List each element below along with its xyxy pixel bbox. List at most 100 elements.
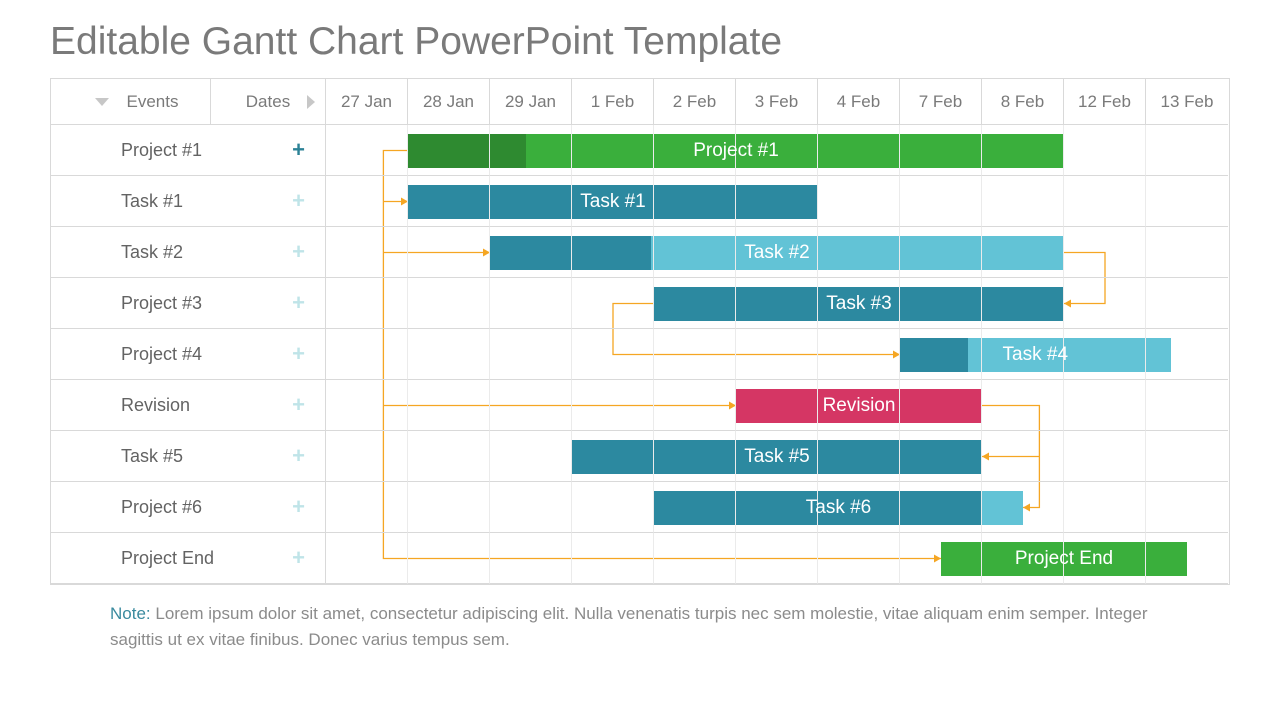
grid-cell xyxy=(654,329,736,380)
grid-cell xyxy=(736,125,818,176)
row-grid xyxy=(326,176,1229,227)
grid-cell xyxy=(326,125,408,176)
grid-cell xyxy=(1146,380,1228,431)
grid-cell xyxy=(818,125,900,176)
page-title: Editable Gantt Chart PowerPoint Template xyxy=(50,20,1230,64)
grid-cell xyxy=(1064,227,1146,278)
row-label: Project #6 xyxy=(51,497,325,518)
gantt-row: Project #4+ xyxy=(51,329,1229,380)
row-label: Project End xyxy=(51,548,325,569)
grid-cell xyxy=(900,227,982,278)
header-date-cell: 29 Jan xyxy=(490,79,572,125)
chevron-right-icon xyxy=(307,95,315,109)
grid-cell xyxy=(654,227,736,278)
row-grid xyxy=(326,533,1229,584)
grid-cell xyxy=(572,380,654,431)
grid-cell xyxy=(490,227,572,278)
grid-cell xyxy=(326,533,408,584)
header-dates-label: Dates xyxy=(246,92,290,112)
header-date-cell: 13 Feb xyxy=(1146,79,1228,125)
grid-cell xyxy=(654,380,736,431)
row-label: Task #5 xyxy=(51,446,325,467)
header-date-cell: 3 Feb xyxy=(736,79,818,125)
grid-cell xyxy=(1064,533,1146,584)
row-label: Project #1 xyxy=(51,140,325,161)
row-grid xyxy=(326,125,1229,176)
grid-cell xyxy=(654,125,736,176)
grid-cell xyxy=(490,380,572,431)
grid-cell xyxy=(408,176,490,227)
grid-cell xyxy=(818,380,900,431)
grid-cell xyxy=(982,431,1064,482)
grid-cell xyxy=(818,329,900,380)
grid-cell xyxy=(326,278,408,329)
grid-cell xyxy=(572,431,654,482)
expand-icon[interactable]: + xyxy=(292,190,305,212)
row-grid xyxy=(326,278,1229,329)
expand-icon[interactable]: + xyxy=(292,394,305,416)
gantt-row: Project End+ xyxy=(51,533,1229,584)
grid-cell xyxy=(1064,125,1146,176)
grid-cell xyxy=(490,482,572,533)
footer-note: Note: Lorem ipsum dolor sit amet, consec… xyxy=(110,601,1190,652)
grid-cell xyxy=(326,431,408,482)
row-label: Task #2 xyxy=(51,242,325,263)
expand-icon[interactable]: + xyxy=(292,547,305,569)
grid-cell xyxy=(1064,278,1146,329)
gantt-row: Project #3+ xyxy=(51,278,1229,329)
header-date-cell: 4 Feb xyxy=(818,79,900,125)
grid-cell xyxy=(982,227,1064,278)
grid-cell xyxy=(654,431,736,482)
grid-cell xyxy=(900,329,982,380)
expand-icon[interactable]: + xyxy=(292,496,305,518)
expand-icon[interactable]: + xyxy=(292,139,305,161)
grid-cell xyxy=(818,278,900,329)
grid-cell xyxy=(736,227,818,278)
row-label-cell: Task #5+ xyxy=(51,431,326,482)
header-date-cell: 1 Feb xyxy=(572,79,654,125)
grid-cell xyxy=(326,329,408,380)
grid-cell xyxy=(490,533,572,584)
row-label: Revision xyxy=(51,395,325,416)
grid-cell xyxy=(982,329,1064,380)
grid-cell xyxy=(654,482,736,533)
grid-cell xyxy=(408,482,490,533)
grid-cell xyxy=(900,482,982,533)
gantt-row: Revision+ xyxy=(51,380,1229,431)
gantt-row: Task #5+ xyxy=(51,431,1229,482)
row-label-cell: Revision+ xyxy=(51,380,326,431)
header-date-cell: 8 Feb xyxy=(982,79,1064,125)
grid-cell xyxy=(1146,278,1228,329)
expand-icon[interactable]: + xyxy=(292,241,305,263)
grid-cell xyxy=(736,431,818,482)
grid-cell xyxy=(408,125,490,176)
gantt-row: Task #1+ xyxy=(51,176,1229,227)
grid-cell xyxy=(572,125,654,176)
row-grid xyxy=(326,380,1229,431)
grid-cell xyxy=(490,329,572,380)
chevron-down-icon xyxy=(95,98,109,106)
header-events-label: Events xyxy=(127,92,179,112)
grid-cell xyxy=(818,533,900,584)
row-label-cell: Project #6+ xyxy=(51,482,326,533)
row-label: Task #1 xyxy=(51,191,325,212)
expand-icon[interactable]: + xyxy=(292,343,305,365)
grid-cell xyxy=(1064,380,1146,431)
grid-cell xyxy=(1064,431,1146,482)
row-grid xyxy=(326,227,1229,278)
expand-icon[interactable]: + xyxy=(292,445,305,467)
expand-icon[interactable]: + xyxy=(292,292,305,314)
grid-cell xyxy=(736,482,818,533)
header-date-cell: 7 Feb xyxy=(900,79,982,125)
grid-cell xyxy=(572,278,654,329)
grid-cell xyxy=(654,278,736,329)
grid-cell xyxy=(1146,482,1228,533)
grid-cell xyxy=(1146,125,1228,176)
header-date-cell: 2 Feb xyxy=(654,79,736,125)
note-text: Lorem ipsum dolor sit amet, consectetur … xyxy=(110,604,1148,649)
row-label-cell: Project #1+ xyxy=(51,125,326,176)
grid-cell xyxy=(900,533,982,584)
grid-cell xyxy=(572,533,654,584)
row-grid xyxy=(326,329,1229,380)
gantt-row: Project #1+ xyxy=(51,125,1229,176)
